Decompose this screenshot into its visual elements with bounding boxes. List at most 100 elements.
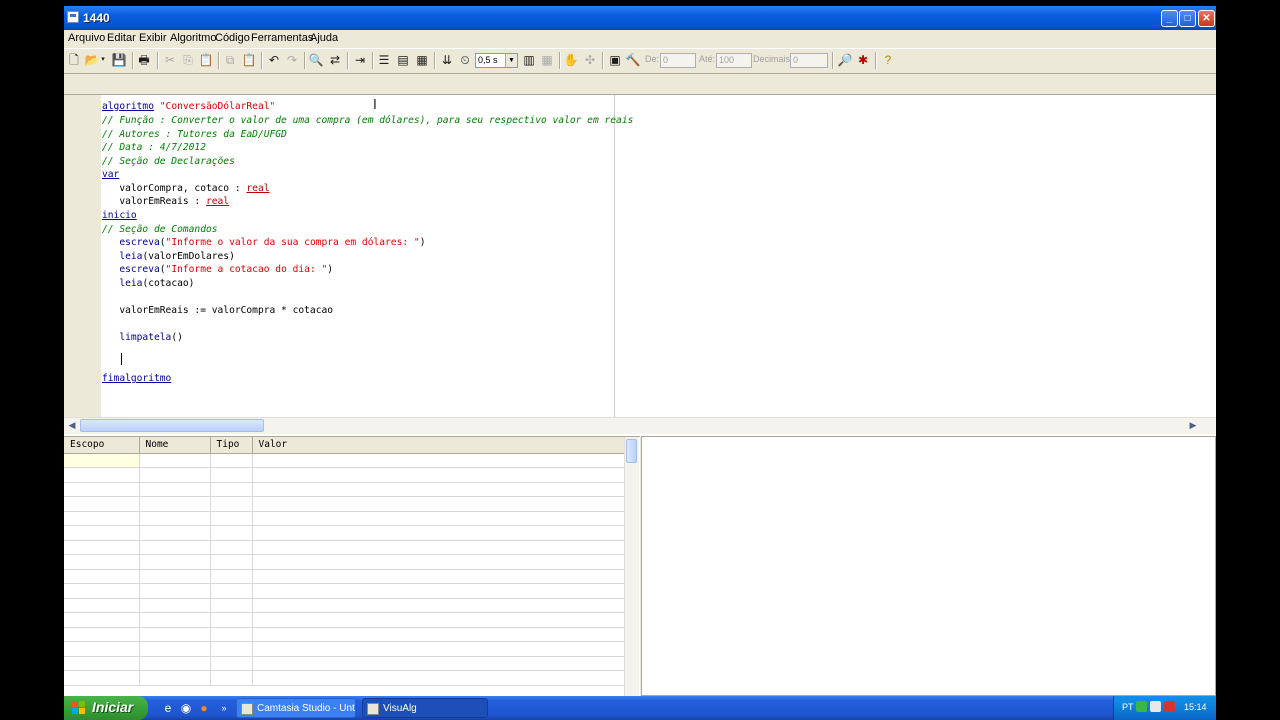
undo-icon[interactable]: ↶ bbox=[265, 51, 283, 69]
output-panel[interactable] bbox=[641, 436, 1216, 696]
table-cell[interactable] bbox=[252, 656, 625, 671]
table-row[interactable] bbox=[64, 569, 625, 584]
horizontal-scrollbar[interactable]: ◀ ▶ bbox=[64, 417, 1216, 434]
table-cell[interactable] bbox=[139, 511, 211, 526]
network-icon[interactable] bbox=[1136, 701, 1147, 712]
firefox-icon[interactable]: ● bbox=[196, 700, 212, 716]
table-cell[interactable] bbox=[252, 511, 625, 526]
menu-exibir[interactable]: Exibir bbox=[139, 32, 167, 44]
table-cell[interactable] bbox=[252, 525, 625, 541]
numbered-list-icon[interactable]: ☰ bbox=[375, 51, 393, 69]
console-icon[interactable]: ▣ bbox=[606, 51, 624, 69]
ate-input[interactable]: 100 bbox=[716, 53, 752, 68]
browser-icon[interactable]: ◉ bbox=[178, 700, 194, 716]
table-cell[interactable] bbox=[64, 569, 140, 584]
menu-ferramentas[interactable]: Ferramentas bbox=[251, 32, 313, 44]
table-cell[interactable] bbox=[210, 670, 253, 686]
table-cell[interactable] bbox=[210, 612, 253, 628]
table-cell[interactable] bbox=[64, 670, 140, 686]
table-cell[interactable] bbox=[210, 511, 253, 526]
table-cell[interactable] bbox=[252, 569, 625, 584]
table-cell[interactable] bbox=[139, 467, 211, 483]
table-cell[interactable] bbox=[210, 656, 253, 671]
internet-explorer-icon[interactable]: e bbox=[160, 700, 176, 716]
table-cell[interactable] bbox=[64, 540, 140, 555]
redo-icon[interactable]: ↷ bbox=[283, 51, 301, 69]
language-indicator[interactable]: PT bbox=[1122, 702, 1134, 712]
column-escopo[interactable]: Escopo bbox=[64, 437, 140, 454]
table-cell[interactable] bbox=[252, 583, 625, 599]
decimais-select[interactable]: 0 bbox=[790, 53, 828, 68]
table-cell[interactable] bbox=[252, 627, 625, 642]
table-cell[interactable] bbox=[139, 453, 211, 468]
minimize-button[interactable]: _ bbox=[1161, 10, 1178, 27]
table-cell[interactable] bbox=[64, 627, 140, 642]
table-cell[interactable] bbox=[210, 540, 253, 555]
step-icon[interactable]: ⇊ bbox=[438, 51, 456, 69]
table-cell[interactable] bbox=[252, 482, 625, 497]
variables-icon[interactable]: ▥ bbox=[520, 51, 538, 69]
find-icon[interactable]: 🔍 bbox=[307, 51, 325, 69]
copy-icon[interactable]: ⎘ bbox=[179, 51, 197, 69]
new-file-icon[interactable]: 🗋 bbox=[65, 51, 83, 69]
table-cell[interactable] bbox=[210, 554, 253, 570]
table-cell[interactable] bbox=[210, 641, 253, 657]
table-cell[interactable] bbox=[139, 569, 211, 584]
title-bar[interactable]: 1440 _ □ ✕ bbox=[64, 6, 1216, 30]
chevron-down-icon[interactable]: ▼ bbox=[505, 54, 517, 67]
table-cell[interactable] bbox=[64, 453, 140, 468]
save-icon[interactable]: 💾 bbox=[110, 51, 128, 69]
column-valor[interactable]: Valor bbox=[252, 437, 625, 454]
table-row[interactable] bbox=[64, 598, 625, 613]
table-cell[interactable] bbox=[139, 656, 211, 671]
table-cell[interactable] bbox=[64, 525, 140, 541]
table-cell[interactable] bbox=[210, 496, 253, 512]
table-cell[interactable] bbox=[64, 656, 140, 671]
table-row[interactable] bbox=[64, 583, 625, 599]
table-cell[interactable] bbox=[252, 554, 625, 570]
scroll-right-icon[interactable]: ▶ bbox=[1186, 419, 1200, 432]
table-cell[interactable] bbox=[210, 583, 253, 599]
taskbar-item-visualg[interactable]: VisuAlg bbox=[362, 698, 488, 718]
table-cell[interactable] bbox=[252, 453, 625, 468]
table-cell[interactable] bbox=[210, 453, 253, 468]
vertical-scrollbar[interactable] bbox=[624, 437, 639, 696]
table-cell[interactable] bbox=[64, 511, 140, 526]
taskbar-item-camtasia[interactable]: Camtasia Studio - Unt... bbox=[236, 698, 356, 718]
table-row[interactable] bbox=[64, 496, 625, 512]
document-icon[interactable]: ▤ bbox=[394, 51, 412, 69]
hand-icon[interactable]: ✋ bbox=[562, 51, 580, 69]
indent-icon[interactable]: ⇥ bbox=[351, 51, 369, 69]
scroll-left-icon[interactable]: ◀ bbox=[65, 419, 79, 432]
table-cell[interactable] bbox=[139, 641, 211, 657]
open-dropdown-icon[interactable]: ▾ bbox=[99, 51, 107, 69]
table-cell[interactable] bbox=[210, 525, 253, 541]
table-cell[interactable] bbox=[139, 525, 211, 541]
speed-select[interactable]: 0,5 s ▼ bbox=[475, 53, 518, 68]
table-cell[interactable] bbox=[64, 496, 140, 512]
table-cell[interactable] bbox=[64, 598, 140, 613]
table-cell[interactable] bbox=[64, 482, 140, 497]
table-cell[interactable] bbox=[139, 612, 211, 628]
table-cell[interactable] bbox=[210, 569, 253, 584]
start-button[interactable]: Iniciar bbox=[64, 696, 148, 720]
table-row[interactable] bbox=[64, 453, 625, 468]
table-row[interactable] bbox=[64, 627, 625, 642]
menu-codigo[interactable]: Código bbox=[215, 32, 250, 44]
table-cell[interactable] bbox=[252, 670, 625, 686]
scrollbar-thumb[interactable] bbox=[626, 439, 637, 463]
paste-icon[interactable]: 📋 bbox=[197, 51, 215, 69]
maximize-button[interactable]: □ bbox=[1179, 10, 1196, 27]
print-icon[interactable]: 🖶 bbox=[135, 51, 153, 69]
table-cell[interactable] bbox=[139, 627, 211, 642]
table-cell[interactable] bbox=[64, 612, 140, 628]
table-cell[interactable] bbox=[139, 670, 211, 686]
table-cell[interactable] bbox=[139, 482, 211, 497]
debug-icon[interactable]: ✱ bbox=[854, 51, 872, 69]
table-cell[interactable] bbox=[139, 554, 211, 570]
de-input[interactable]: 0 bbox=[660, 53, 696, 68]
table-row[interactable] bbox=[64, 656, 625, 671]
menu-arquivo[interactable]: Arquivo bbox=[68, 32, 105, 44]
table-cell[interactable] bbox=[252, 641, 625, 657]
table-cell[interactable] bbox=[139, 583, 211, 599]
